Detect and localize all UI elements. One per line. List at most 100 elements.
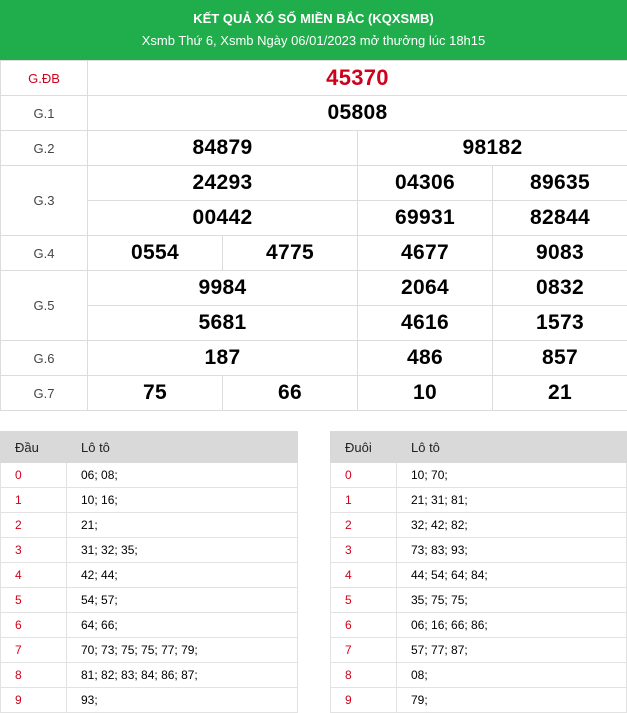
prize-row-db: G.ĐB 45370 — [1, 61, 627, 96]
row-loto-values: 10; 70; — [397, 463, 627, 488]
table-row: 993; — [1, 688, 298, 713]
row-key: 2 — [331, 513, 397, 538]
prize-number: 24293 — [88, 166, 358, 201]
row-loto-values: 93; — [67, 688, 298, 713]
prize-row-g1: G.1 05808 — [1, 96, 627, 131]
table-row: 535; 75; 75; — [331, 588, 627, 613]
table-row: 373; 83; 93; — [331, 538, 627, 563]
prize-number: 82844 — [493, 201, 627, 236]
row-loto-values: 64; 66; — [67, 613, 298, 638]
table-row: 606; 16; 66; 86; — [331, 613, 627, 638]
row-key: 8 — [1, 663, 67, 688]
prize-label: G.5 — [1, 271, 88, 341]
prize-number: 84879 — [88, 131, 358, 166]
table-row: 881; 82; 83; 84; 86; 87; — [1, 663, 298, 688]
table-row: 444; 54; 64; 84; — [331, 563, 627, 588]
table-row: 010; 70; — [331, 463, 627, 488]
prize-number: 66 — [223, 376, 358, 411]
prize-number: 98182 — [358, 131, 627, 166]
table-row: 979; — [331, 688, 627, 713]
column-header-duoi: Đuôi — [331, 432, 397, 463]
prize-row-g5: G.5 9984 2064 0832 — [1, 271, 627, 306]
prize-number: 1573 — [493, 306, 627, 341]
row-loto-values: 57; 77; 87; — [397, 638, 627, 663]
row-key: 0 — [331, 463, 397, 488]
prize-label: G.6 — [1, 341, 88, 376]
column-header-dau: Đầu — [1, 432, 67, 463]
prize-row-g4: G.4 0554 4775 4677 9083 — [1, 236, 627, 271]
prize-number: 0832 — [493, 271, 627, 306]
row-key: 5 — [1, 588, 67, 613]
prize-number: 9984 — [88, 271, 358, 306]
row-loto-values: 81; 82; 83; 84; 86; 87; — [67, 663, 298, 688]
row-key: 4 — [1, 563, 67, 588]
table-row: 121; 31; 81; — [331, 488, 627, 513]
column-header-loto: Lô tô — [397, 432, 627, 463]
row-key: 1 — [1, 488, 67, 513]
table-row: 770; 73; 75; 75; 77; 79; — [1, 638, 298, 663]
row-loto-values: 21; 31; 81; — [397, 488, 627, 513]
loto-tail-table: Đuôi Lô tô 010; 70;121; 31; 81;232; 42; … — [330, 431, 627, 713]
prize-row-g3: G.3 24293 04306 89635 — [1, 166, 627, 201]
row-key: 2 — [1, 513, 67, 538]
prize-number: 69931 — [358, 201, 493, 236]
table-row: 757; 77; 87; — [331, 638, 627, 663]
row-key: 6 — [331, 613, 397, 638]
table-row: 331; 32; 35; — [1, 538, 298, 563]
prize-row-g5-2: 5681 4616 1573 — [1, 306, 627, 341]
results-header: KẾT QUẢ XỔ SỐ MIỀN BẮC (KQXSMB) Xsmb Thứ… — [0, 0, 627, 60]
column-header-loto: Lô tô — [67, 432, 298, 463]
table-row: 110; 16; — [1, 488, 298, 513]
table-row: 808; — [331, 663, 627, 688]
draw-date-subtitle: Xsmb Thứ 6, Xsmb Ngày 06/01/2023 mở thưở… — [0, 33, 627, 48]
prize-number: 4677 — [358, 236, 493, 271]
row-loto-values: 70; 73; 75; 75; 77; 79; — [67, 638, 298, 663]
prize-label: G.7 — [1, 376, 88, 411]
row-loto-values: 21; — [67, 513, 298, 538]
row-loto-values: 54; 57; — [67, 588, 298, 613]
row-loto-values: 10; 16; — [67, 488, 298, 513]
page-title: KẾT QUẢ XỔ SỐ MIỀN BẮC (KQXSMB) — [0, 11, 627, 26]
prize-row-g3-2: 00442 69931 82844 — [1, 201, 627, 236]
row-key: 4 — [331, 563, 397, 588]
prize-number: 0554 — [88, 236, 223, 271]
row-key: 9 — [1, 688, 67, 713]
prize-number: 9083 — [493, 236, 627, 271]
prize-number: 75 — [88, 376, 223, 411]
special-prize-number: 45370 — [88, 61, 627, 96]
row-loto-values: 32; 42; 82; — [397, 513, 627, 538]
table-row: 006; 08; — [1, 463, 298, 488]
prize-number: 05808 — [88, 96, 627, 131]
row-key: 1 — [331, 488, 397, 513]
row-loto-values: 44; 54; 64; 84; — [397, 563, 627, 588]
table-row: 221; — [1, 513, 298, 538]
row-loto-values: 06; 16; 66; 86; — [397, 613, 627, 638]
prize-label: G.4 — [1, 236, 88, 271]
row-loto-values: 08; — [397, 663, 627, 688]
prize-number: 5681 — [88, 306, 358, 341]
prize-row-g2: G.2 84879 98182 — [1, 131, 627, 166]
prize-number: 486 — [358, 341, 493, 376]
prize-number: 4616 — [358, 306, 493, 341]
row-key: 9 — [331, 688, 397, 713]
prize-label: G.3 — [1, 166, 88, 236]
row-key: 0 — [1, 463, 67, 488]
prize-number: 89635 — [493, 166, 627, 201]
prize-number: 10 — [358, 376, 493, 411]
prize-number: 187 — [88, 341, 358, 376]
row-loto-values: 35; 75; 75; — [397, 588, 627, 613]
prize-label: G.ĐB — [1, 61, 88, 96]
row-key: 3 — [1, 538, 67, 563]
row-loto-values: 06; 08; — [67, 463, 298, 488]
row-key: 8 — [331, 663, 397, 688]
table-row: 554; 57; — [1, 588, 298, 613]
row-loto-values: 31; 32; 35; — [67, 538, 298, 563]
prize-results-table: G.ĐB 45370 G.1 05808 G.2 84879 98182 G.3… — [0, 60, 627, 411]
prize-number: 04306 — [358, 166, 493, 201]
prize-number: 4775 — [223, 236, 358, 271]
prize-label: G.1 — [1, 96, 88, 131]
row-key: 7 — [1, 638, 67, 663]
row-key: 3 — [331, 538, 397, 563]
prize-number: 2064 — [358, 271, 493, 306]
row-key: 5 — [331, 588, 397, 613]
